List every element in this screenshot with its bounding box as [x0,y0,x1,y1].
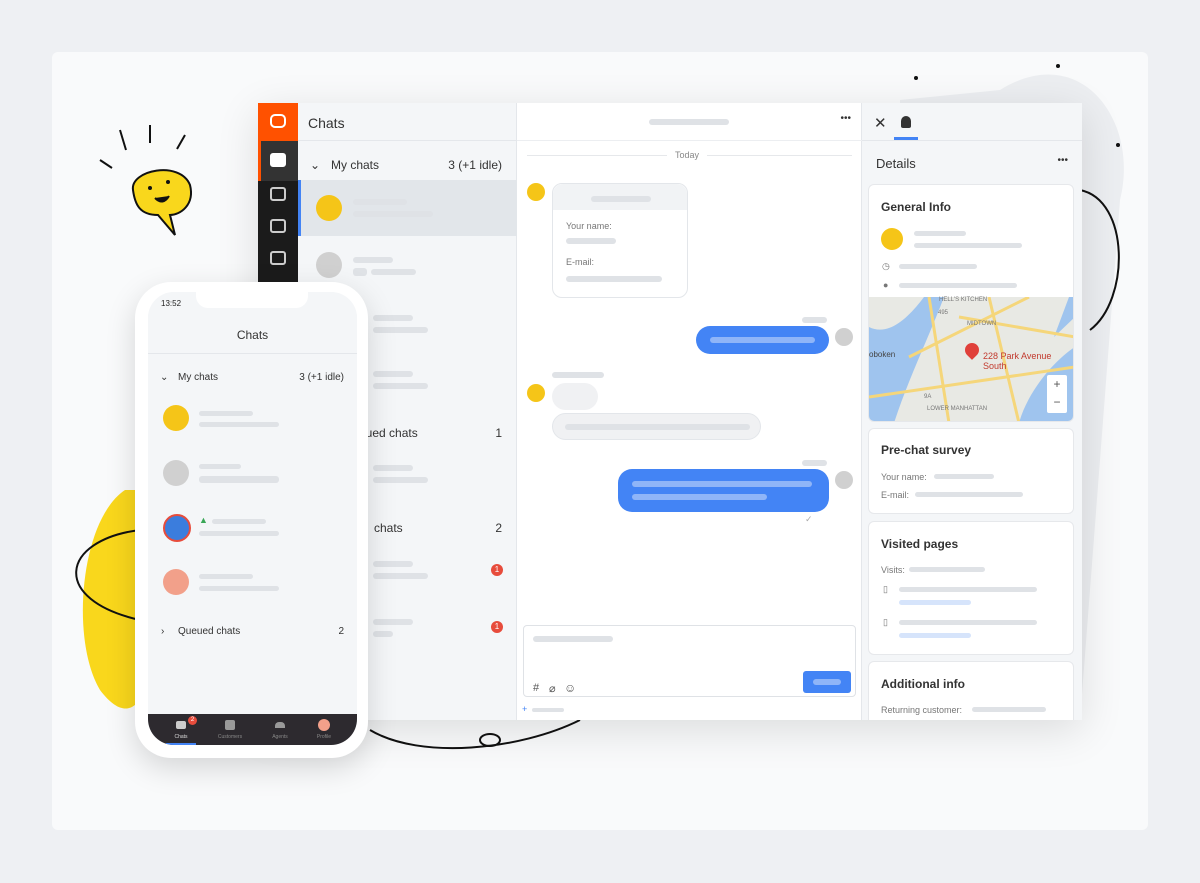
more-menu-icon[interactable]: ••• [1057,155,1068,166]
avatar [163,514,191,542]
page-icon: ▯ [883,617,888,627]
prechat-form-card: Your name: E-mail: [552,183,688,298]
tab-agents[interactable]: Agents [260,714,300,745]
app-logo [258,103,298,141]
avatar [316,252,342,278]
read-check-icon: ✓ [805,514,813,524]
tab-chats[interactable]: 2 Chats [166,714,197,745]
queued-chats-count: 1 [495,426,502,440]
zoom-out-button[interactable]: − [1047,393,1067,411]
mascot-icon [131,169,192,236]
queued-chats-label[interactable]: Queued chats [178,626,240,637]
section-count: 2 [495,521,502,535]
my-chats-count: 3 (+1 idle) [299,372,344,383]
avatar [835,328,853,346]
avatar [163,569,189,595]
my-chats-count: 3 (+1 idle) [448,158,502,172]
location-pin-icon: ● [883,280,889,290]
prechat-survey-section: Pre-chat survey Your name: E-mail: [868,428,1074,514]
logo-chat-icon [270,114,286,128]
agents-icon [275,722,285,728]
status-time: 13:52 [161,299,182,308]
avatar [527,183,545,201]
mobile-screen: 13:52 Chats ⌄ My chats 3 (+1 idle) ▲ › Q… [148,292,357,745]
avatar [527,384,545,402]
chat-list-item-active[interactable] [298,180,517,236]
desktop-app-window: Chats ⌄ My chats 3 (+1 idle) Queued chat… [258,103,1082,720]
phone-title: Chats [236,328,269,342]
map-address: 228 Park Avenue South [983,351,1052,371]
profile-avatar [318,719,330,731]
thumbs-up-icon: ▲ [199,515,208,525]
emoji-icon[interactable]: ☺ [564,681,576,695]
my-chats-label[interactable]: My chats [178,372,218,383]
page-icon: ▯ [883,584,888,594]
unread-badge: 1 [491,621,503,633]
visitor-message [552,383,598,410]
nav-inbox-icon[interactable] [270,219,286,233]
bottom-tab-bar: 2 Chats Customers Agents Profile [148,714,357,745]
tab-profile[interactable]: Profile [304,714,344,745]
tab-customer[interactable] [894,107,918,140]
add-icon[interactable]: + [522,704,527,714]
nav-list-icon[interactable] [270,187,286,201]
visitor-message [552,413,761,440]
hashtag-icon[interactable]: # [533,682,539,694]
conversation-panel: ••• Today Your name: E-mail: ✓ # ⌀ ☺ + [517,103,862,720]
nav-tickets-icon[interactable] [270,251,286,265]
person-icon [901,116,911,128]
chevron-right-icon[interactable]: › [161,626,164,637]
nav-chats[interactable] [258,141,298,181]
map[interactable]: HELL'S KITCHEN MIDTOWN oboken LOWER MANH… [869,295,1073,421]
queued-chats-count: 2 [338,626,344,637]
unread-badge: 1 [491,564,503,576]
section-label[interactable]: chats [374,521,403,535]
my-chats-label[interactable]: My chats [331,158,379,172]
details-title: Details [876,156,916,171]
message-input[interactable]: # ⌀ ☺ [523,625,856,697]
tab-customers[interactable]: Customers [210,714,250,745]
more-menu-icon[interactable]: ••• [840,113,851,124]
attachment-icon[interactable]: ⌀ [549,682,556,695]
customers-icon [225,720,235,730]
details-panel: ✕ Details ••• General Info ◷ ● HELL'S KI… [862,103,1082,720]
clock-icon: ◷ [882,261,890,271]
chevron-down-icon[interactable]: ⌄ [310,158,320,172]
visited-pages-section: Visited pages Visits: ▯ ▯ [868,521,1074,655]
close-icon[interactable]: ✕ [874,114,887,132]
avatar [835,471,853,489]
phone-notch [196,292,308,308]
send-button[interactable] [803,671,851,693]
avatar [316,195,342,221]
mobile-phone: 13:52 Chats ⌄ My chats 3 (+1 idle) ▲ › Q… [135,282,368,758]
agent-message [696,326,829,354]
avatar [163,460,189,486]
chat-icon [176,721,186,729]
zoom-in-button[interactable]: + [1047,375,1067,393]
date-divider: Today [667,150,708,160]
general-info-section: General Info ◷ ● HELL'S KITCHEN MIDTOWN … [868,184,1074,422]
chevron-down-icon[interactable]: ⌄ [160,372,168,383]
panel-title: Chats [308,115,345,131]
avatar [881,228,903,250]
map-zoom-controls: + − [1047,375,1067,413]
chat-icon [270,153,286,167]
additional-info-section: Additional info Returning customer: [868,661,1074,720]
avatar [163,405,189,431]
agent-message [618,469,829,512]
